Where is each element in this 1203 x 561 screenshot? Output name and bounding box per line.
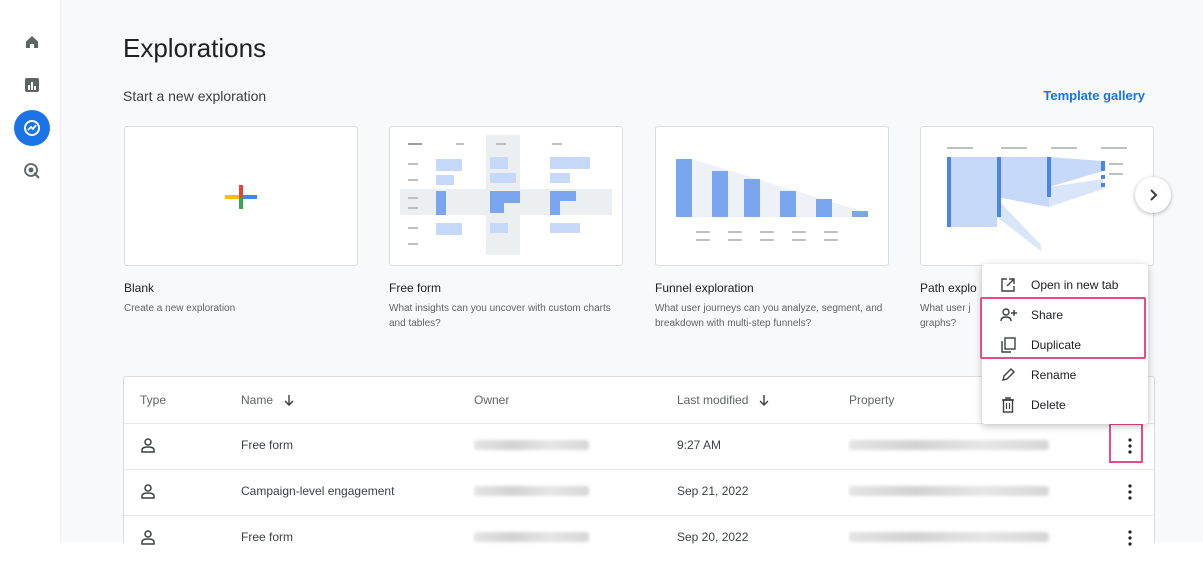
template-desc-path: What user j graphs? xyxy=(920,303,971,329)
person-icon xyxy=(141,530,155,545)
trash-icon xyxy=(1002,397,1014,413)
template-desc-blank: Create a new exploration xyxy=(124,303,236,314)
more-vert-icon xyxy=(1128,530,1132,546)
row-last-modified: 9:27 AM xyxy=(677,438,722,452)
table-row[interactable]: Free form 9:27 AM xyxy=(124,423,1154,469)
template-desc-free-form: What insights can you uncover with custo… xyxy=(389,303,611,329)
template-card-blank[interactable] xyxy=(124,126,358,266)
more-vert-icon xyxy=(1128,484,1132,500)
table-row[interactable]: Free form Sep 20, 2022 xyxy=(124,515,1154,561)
row-more-button[interactable] xyxy=(1116,524,1144,552)
person-icon xyxy=(141,484,155,499)
arrow-down-icon xyxy=(284,395,294,406)
chevron-right-icon xyxy=(1150,189,1158,201)
template-desc-funnel: What user journeys can you analyze, segm… xyxy=(655,303,883,329)
menu-item-open-in-new-tab[interactable]: Open in new tab xyxy=(982,270,1148,300)
left-nav-rail xyxy=(0,0,61,542)
advertising-icon xyxy=(24,163,40,179)
template-title-path: Path explo xyxy=(920,281,977,295)
funnel-preview xyxy=(676,159,868,241)
column-header-type: Type xyxy=(140,393,167,407)
plus-icon xyxy=(225,185,257,209)
arrow-down-icon xyxy=(759,395,769,406)
template-title-free-form: Free form xyxy=(389,281,442,295)
menu-item-delete[interactable]: Delete xyxy=(982,390,1148,420)
row-name[interactable]: Free form xyxy=(241,438,293,452)
person-icon xyxy=(141,438,155,453)
column-header-last-modified[interactable]: Last modified xyxy=(677,393,770,407)
nav-reports-button[interactable] xyxy=(14,67,50,103)
more-button-highlight xyxy=(1109,423,1143,463)
template-gallery-link[interactable]: Template gallery xyxy=(1043,88,1145,103)
path-preview xyxy=(947,147,1127,251)
row-more-button[interactable] xyxy=(1116,478,1144,506)
open-in-new-icon xyxy=(1001,278,1015,292)
column-header-name[interactable]: Name xyxy=(241,393,295,407)
row-name[interactable]: Campaign-level engagement xyxy=(241,484,394,498)
property-redacted xyxy=(849,486,1049,496)
property-redacted xyxy=(849,532,1049,542)
pencil-icon xyxy=(1002,368,1015,381)
nav-advertising-button[interactable] xyxy=(14,153,50,189)
template-card-path[interactable] xyxy=(920,126,1154,266)
property-redacted xyxy=(849,440,1049,450)
page-title: Explorations xyxy=(123,33,267,63)
template-title-funnel: Funnel exploration xyxy=(655,281,754,295)
menu-highlight xyxy=(980,297,1146,359)
template-scroll-next-button[interactable] xyxy=(1135,177,1171,213)
table-row[interactable]: Campaign-level engagement Sep 21, 2022 xyxy=(124,469,1154,515)
reports-icon xyxy=(25,78,39,92)
column-header-property: Property xyxy=(849,393,895,407)
nav-explore-button[interactable] xyxy=(14,110,50,146)
home-icon xyxy=(26,36,38,48)
menu-item-rename[interactable]: Rename xyxy=(982,360,1148,390)
column-header-owner: Owner xyxy=(474,393,510,407)
owner-redacted xyxy=(474,486,589,496)
explore-icon xyxy=(24,120,40,136)
free-form-preview xyxy=(400,135,612,255)
template-title-blank: Blank xyxy=(124,281,155,295)
owner-redacted xyxy=(474,440,589,450)
template-card-free-form[interactable] xyxy=(389,126,623,266)
template-card-funnel[interactable] xyxy=(655,126,889,266)
section-title: Start a new exploration xyxy=(123,88,267,104)
row-last-modified: Sep 21, 2022 xyxy=(677,484,749,498)
owner-redacted xyxy=(474,532,589,542)
nav-home-button[interactable] xyxy=(14,24,50,60)
